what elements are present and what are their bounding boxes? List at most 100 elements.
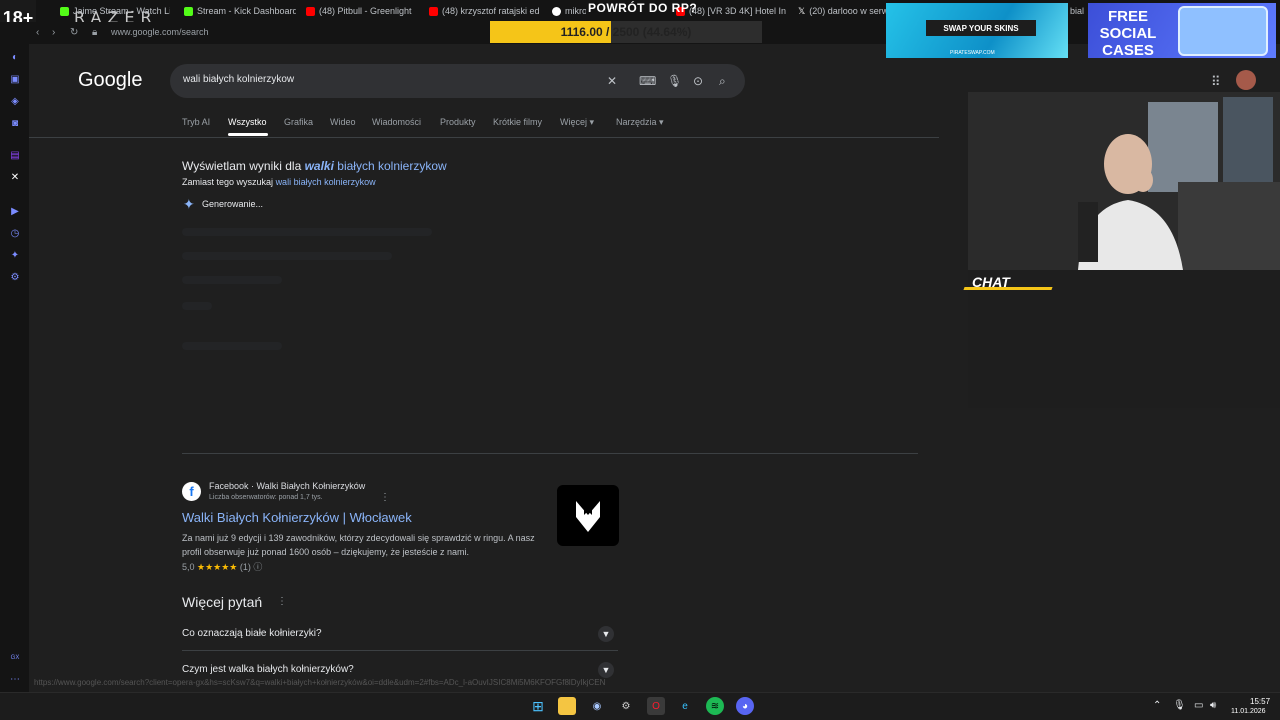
windows-icon[interactable]: ⊞	[529, 697, 547, 715]
stars-icon: ★★★★★	[197, 562, 238, 572]
youtube-icon	[429, 6, 438, 16]
tab-news[interactable]: Wiadomości	[372, 117, 421, 127]
file-explorer-icon[interactable]	[558, 697, 576, 715]
result-snippet: Za nami już 9 edycji i 139 zawodników, k…	[182, 533, 535, 557]
browser-tab[interactable]: bial	[1070, 3, 1088, 19]
messenger-icon[interactable]: ◙	[9, 118, 21, 130]
corrected-query-link[interactable]: walki białych kolnierzykow	[305, 159, 447, 173]
chat-panel	[968, 270, 1280, 408]
more-icon[interactable]: ⋮	[277, 596, 287, 607]
discord-icon[interactable]: ◕	[736, 697, 754, 715]
bag-icon[interactable]: ▣	[9, 74, 21, 86]
controller-icon[interactable]: ◈	[9, 96, 21, 108]
kick-icon	[184, 6, 193, 16]
tab-products[interactable]: Produkty	[440, 117, 476, 127]
lens-icon[interactable]: ⊙	[693, 74, 703, 88]
placeholder-line	[182, 302, 212, 310]
more-icon[interactable]: ⋮	[380, 492, 390, 503]
spell-correction: Wyświetlam wyniki dla walki białych koln…	[182, 159, 447, 173]
chevron-down-icon[interactable]: ▼	[598, 626, 614, 642]
google-icon	[552, 6, 561, 16]
gx-icon[interactable]: ◐	[9, 52, 21, 64]
result-followers: Liczba obserwatorów: ponad 1,7 tys.	[209, 494, 323, 501]
extensions-icon[interactable]: ✦	[9, 250, 21, 262]
tab-ai-mode[interactable]: Tryb AI	[182, 117, 210, 127]
webcam-feed	[968, 92, 1280, 270]
reload-icon[interactable]: ↻	[70, 27, 78, 38]
info-icon[interactable]: ⓘ	[253, 562, 262, 572]
result-title-link[interactable]: Walki Białych Kołnierzyków | Włocławek	[182, 510, 412, 525]
browser-tab[interactable]: Stream - Kick Dashboard	[184, 3, 296, 19]
chevron-up-icon[interactable]: ⌃	[1153, 700, 1161, 711]
settings-icon[interactable]: ⚙	[9, 272, 21, 284]
clock-time[interactable]: 15:57	[1250, 697, 1270, 706]
x-icon: 𝕏	[798, 5, 806, 16]
mic-icon[interactable]: 🎙︎	[667, 74, 682, 88]
active-tab-indicator	[228, 133, 268, 136]
status-url: https://www.google.com/search?client=ope…	[34, 678, 606, 687]
ad-swap-button[interactable]: SWAP YOUR SKINS	[926, 20, 1036, 36]
placeholder-line	[182, 252, 392, 260]
history-icon[interactable]: ◷	[9, 228, 21, 240]
forward-icon[interactable]: ›	[52, 27, 55, 38]
network-icon[interactable]: ▭	[1194, 700, 1203, 711]
more-icon[interactable]: ⋯	[9, 674, 21, 686]
clock-date[interactable]: 11.01.2026	[1231, 708, 1266, 715]
avatar[interactable]	[1236, 70, 1256, 90]
tab-video[interactable]: Wideo	[330, 117, 356, 127]
youtube-icon	[306, 6, 315, 16]
ad-cases-text: FREE SOCIAL CASES	[1099, 8, 1157, 59]
placeholder-line	[182, 276, 282, 284]
player-icon[interactable]: ▶	[9, 206, 21, 218]
tab-short-videos[interactable]: Krótkie filmy	[493, 117, 542, 127]
steam-icon[interactable]: ◉	[588, 697, 606, 715]
browser-tab[interactable]: mikro	[552, 3, 586, 19]
search-input[interactable]: wali białych kolnierzykow	[183, 74, 294, 85]
mic-icon[interactable]: 🎙︎	[1173, 700, 1186, 711]
tab-images[interactable]: Grafika	[284, 117, 313, 127]
browser-tab[interactable]: (48) Pitbull - Greenlight	[306, 3, 418, 19]
clear-icon[interactable]: ✕	[607, 74, 617, 88]
back-icon[interactable]: ‹	[36, 27, 39, 38]
keyboard-icon[interactable]: ⌨	[639, 74, 656, 88]
divider	[182, 650, 618, 651]
divider	[29, 137, 939, 138]
settings-icon[interactable]: ⚙	[617, 697, 635, 715]
goal-progress-text: 1116.00 / 2500 (44.64%)	[560, 25, 692, 39]
result-site: Facebook · Walki Białych Kołnierzyków	[209, 481, 366, 491]
google-logo[interactable]: Google	[78, 69, 143, 92]
x-icon[interactable]: ✕	[9, 172, 21, 184]
spotify-icon[interactable]: ≋	[706, 697, 724, 715]
browser-tab[interactable]: Jaime Stream - Watch Li	[60, 3, 170, 19]
chevron-down-icon[interactable]: ▼	[598, 662, 614, 678]
tab-all[interactable]: Wszystko	[228, 117, 267, 127]
tab-tools[interactable]: Narzędzia ▾	[616, 117, 664, 128]
placeholder-line	[182, 342, 282, 350]
opera-gx-icon[interactable]: O	[647, 697, 665, 715]
sparkle-icon: ✦	[183, 196, 195, 212]
browser-tab[interactable]: 𝕏 (20) darlooo w serw	[798, 3, 886, 19]
ai-overview-status: Generowanie...	[202, 199, 264, 209]
browser-sidebar: ◐ ▣ ◈ ◙ ▤ ✕ ▶ ◷ ✦ ⚙ GX ⋯	[0, 44, 29, 692]
divider	[182, 453, 918, 454]
taskbar	[0, 692, 1280, 720]
edge-icon[interactable]: e	[676, 697, 694, 715]
address-bar[interactable]: www.google.com/search	[111, 27, 209, 37]
paa-question[interactable]: Czym jest walka białych kołnierzyków?	[182, 664, 354, 675]
result-rating: 5,0 ★★★★★ (1) ⓘ	[182, 562, 263, 572]
gx-corner-icon[interactable]: GX	[9, 652, 21, 664]
tab-more[interactable]: Więcej ▾	[560, 117, 594, 128]
chat-underline	[963, 287, 1053, 290]
goal-title: POWRÓT DO RP?	[588, 1, 698, 15]
apps-icon[interactable]: ⠿	[1211, 74, 1221, 90]
volume-icon[interactable]: 🔊︎	[1210, 700, 1216, 711]
result-thumbnail[interactable]	[557, 485, 619, 546]
search-icon[interactable]: ⌕	[719, 74, 726, 89]
browser-tab[interactable]: (48) krzysztof ratajski ed	[429, 3, 541, 19]
chevron-down-icon: ▾	[659, 117, 664, 127]
goal-progress-bar: 1116.00 / 2500 (44.64%)	[490, 21, 762, 43]
twitch-icon[interactable]: ▤	[9, 150, 21, 162]
original-query-link[interactable]: wali białych kolnierzykow	[276, 177, 376, 187]
paa-question[interactable]: Co oznaczają białe kołnierzyki?	[182, 628, 322, 639]
tuxedo-icon	[576, 500, 600, 532]
